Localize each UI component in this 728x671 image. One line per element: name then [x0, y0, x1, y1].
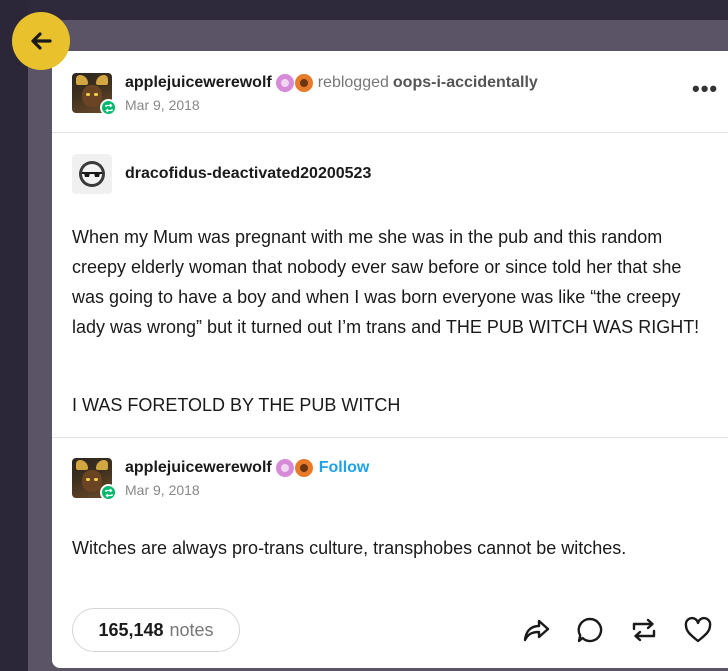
reply-button[interactable] — [574, 614, 606, 646]
post-card: applejuicewerewolf reblogged oops-i-acci… — [52, 51, 728, 668]
original-post-paragraph: When my Mum was pregnant with me she was… — [72, 227, 700, 337]
badge-paw-icon — [294, 459, 313, 477]
reblog-icon — [632, 618, 656, 642]
original-poster-avatar[interactable] — [72, 154, 112, 194]
reply-date[interactable]: Mar 9, 2018 — [125, 482, 200, 498]
post-date[interactable]: Mar 9, 2018 — [125, 97, 200, 113]
user-badges — [275, 459, 313, 477]
post-actions — [520, 614, 714, 646]
more-options-button[interactable]: ••• — [692, 78, 718, 100]
reblogged-label: reblogged — [317, 74, 389, 91]
original-poster-username[interactable]: dracofidus-deactivated20200523 — [125, 165, 371, 183]
reblog-attribution: applejuicewerewolf reblogged oops-i-acci… — [125, 74, 538, 92]
arrow-left-icon — [31, 32, 52, 50]
share-icon — [523, 619, 550, 642]
reply-divider — [52, 437, 728, 438]
reply-attribution: applejuicewerewolf Follow — [125, 459, 369, 477]
reblog-badge-icon — [100, 99, 117, 116]
header-divider — [52, 132, 728, 133]
sunglasses-face-icon — [79, 161, 105, 187]
original-post-header: dracofidus-deactivated20200523 — [72, 154, 672, 194]
share-button[interactable] — [520, 614, 552, 646]
reblog-button[interactable] — [628, 614, 660, 646]
user-badges — [275, 74, 313, 92]
reply-header: applejuicewerewolf Follow Mar 9, 2018 — [72, 458, 712, 501]
notes-button[interactable]: 165,148 notes — [72, 608, 240, 652]
comment-icon — [577, 617, 603, 643]
like-button[interactable] — [682, 614, 714, 646]
badge-purple-icon — [275, 74, 294, 92]
reply-text: Witches are always pro-trans culture, tr… — [72, 538, 627, 558]
reblog-badge-icon — [100, 484, 117, 501]
left-rail-background — [0, 0, 28, 671]
follow-button[interactable]: Follow — [319, 459, 370, 477]
badge-purple-icon — [275, 459, 294, 477]
reply-username[interactable]: applejuicewerewolf — [125, 459, 272, 477]
original-post-paragraph: I WAS FORETOLD BY THE PUB WITCH — [72, 395, 401, 415]
reblogger-username[interactable]: applejuicewerewolf — [125, 74, 272, 92]
heart-icon — [684, 616, 712, 643]
notes-count: 165,148 — [98, 619, 164, 640]
post-header: applejuicewerewolf reblogged oops-i-acci… — [72, 73, 717, 116]
back-button[interactable] — [12, 12, 70, 70]
reblog-source-link[interactable]: oops-i-accidentally — [393, 74, 538, 92]
notes-label: notes — [169, 619, 214, 640]
badge-paw-icon — [294, 74, 313, 92]
